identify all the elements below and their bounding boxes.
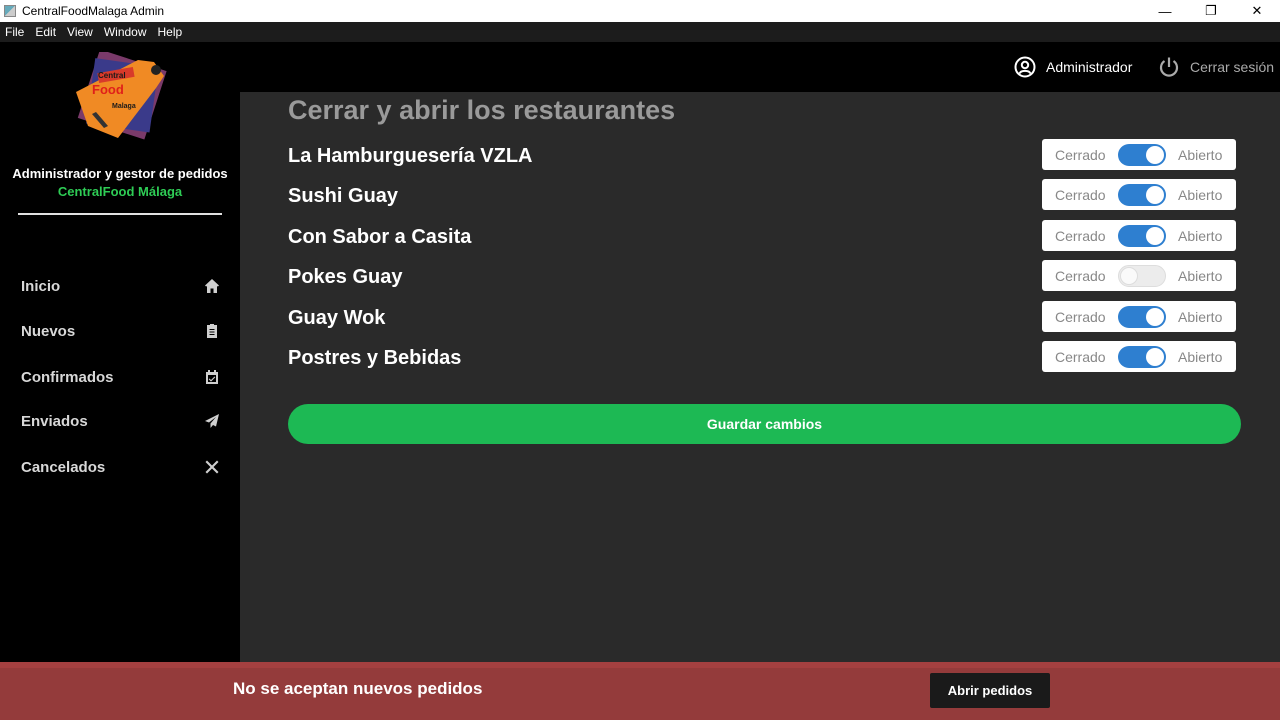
app-icon <box>4 5 16 17</box>
close-button[interactable]: ✕ <box>1234 0 1280 22</box>
restaurant-row: Pokes Guay Cerrado Abierto <box>288 260 1236 298</box>
user-circle-icon <box>1014 56 1036 78</box>
menu-view[interactable]: View <box>62 25 99 39</box>
restaurant-name: Guay Wok <box>288 307 386 329</box>
toggle-knob <box>1120 266 1138 285</box>
open-label: Abierto <box>1178 308 1223 325</box>
restaurant-row: Guay Wok Cerrado Abierto <box>288 301 1236 339</box>
window-title: CentralFoodMalaga Admin <box>22 4 165 18</box>
sidebar-item-nuevos[interactable]: Nuevos <box>0 313 240 349</box>
open-toggle-switch[interactable] <box>1118 224 1166 247</box>
logo-text-2: Food <box>92 82 124 97</box>
sidebar-item-label: Nuevos <box>21 322 76 340</box>
sidebar-item-enviados[interactable]: Enviados <box>0 403 240 439</box>
open-toggle-switch[interactable] <box>1118 183 1166 206</box>
toggle-knob <box>1146 347 1164 366</box>
sidebar-item-label: Cancelados <box>21 458 106 476</box>
open-label: Abierto <box>1178 348 1223 365</box>
sidebar-item-cancelados[interactable]: Cancelados <box>0 449 240 485</box>
open-label: Abierto <box>1178 146 1223 163</box>
sidebar-subtitle: Administrador y gestor de pedidos <box>12 166 228 181</box>
restaurant-row: La Hamburguesería VZLA Cerrado Abierto <box>288 139 1236 177</box>
top-header: Administrador Cerrar sesión <box>240 42 1280 92</box>
open-toggle-switch[interactable] <box>1118 305 1166 328</box>
closed-label: Cerrado <box>1055 227 1106 244</box>
menu-edit[interactable]: Edit <box>30 25 62 39</box>
menu-file[interactable]: File <box>0 25 30 39</box>
menu-bar: File Edit View Window Help <box>0 22 1280 42</box>
open-label: Abierto <box>1178 186 1223 203</box>
sidebar-item-label: Inicio <box>21 277 61 295</box>
logo-text-1: Central <box>98 71 126 80</box>
restaurant-name: Pokes Guay <box>288 266 403 288</box>
open-toggle-group: Cerrado Abierto <box>1042 341 1236 372</box>
restaurant-name: Postres y Bebidas <box>288 347 462 369</box>
sidebar-item-label: Enviados <box>21 412 88 430</box>
x-icon <box>205 460 219 474</box>
home-icon <box>205 279 219 293</box>
open-label: Abierto <box>1178 267 1223 284</box>
user-menu[interactable]: Administrador <box>1014 56 1132 78</box>
restaurant-name: La Hamburguesería VZLA <box>288 145 533 167</box>
restaurant-row: Con Sabor a Casita Cerrado Abierto <box>288 220 1236 258</box>
toggle-knob <box>1146 145 1164 164</box>
closed-label: Cerrado <box>1055 348 1106 365</box>
minimize-button[interactable]: — <box>1142 0 1188 22</box>
sidebar-item-confirmados[interactable]: Confirmados <box>0 359 240 395</box>
open-toggle-group: Cerrado Abierto <box>1042 220 1236 251</box>
restaurant-name: Con Sabor a Casita <box>288 226 472 248</box>
save-button[interactable]: Guardar cambios <box>288 404 1241 444</box>
paper-plane-icon <box>205 414 219 428</box>
restaurant-name: Sushi Guay <box>288 185 399 207</box>
open-toggle-group: Cerrado Abierto <box>1042 260 1236 291</box>
closed-label: Cerrado <box>1055 186 1106 203</box>
user-name: Administrador <box>1046 59 1133 75</box>
logout-label: Cerrar sesión <box>1190 59 1275 75</box>
logo-text-3: Malaga <box>112 103 136 110</box>
status-banner: No se aceptan nuevos pedidos Abrir pedid… <box>0 662 1280 720</box>
restore-button[interactable]: ❐ <box>1188 0 1234 22</box>
sidebar-divider <box>18 213 222 215</box>
calendar-check-icon <box>206 370 218 384</box>
open-orders-button[interactable]: Abrir pedidos <box>930 673 1050 708</box>
open-toggle-switch[interactable] <box>1118 345 1166 368</box>
menu-window[interactable]: Window <box>99 25 153 39</box>
sidebar: Central Food Malaga Administrador y gest… <box>0 42 240 662</box>
sidebar-item-inicio[interactable]: Inicio <box>0 268 240 304</box>
window-titlebar: CentralFoodMalaga Admin — ❐ ✕ <box>0 0 1280 22</box>
open-toggle-group: Cerrado Abierto <box>1042 139 1236 170</box>
open-toggle-group: Cerrado Abierto <box>1042 301 1236 332</box>
closed-label: Cerrado <box>1055 308 1106 325</box>
restaurant-row: Sushi Guay Cerrado Abierto <box>288 179 1236 217</box>
clipboard-icon <box>207 324 217 338</box>
toggle-knob <box>1146 226 1164 245</box>
open-toggle-switch[interactable] <box>1118 264 1166 287</box>
open-toggle-group: Cerrado Abierto <box>1042 179 1236 210</box>
sidebar-item-label: Confirmados <box>21 368 114 386</box>
page-title: Cerrar y abrir los restaurantes <box>288 95 676 125</box>
menu-help[interactable]: Help <box>153 25 189 39</box>
closed-label: Cerrado <box>1055 267 1106 284</box>
open-toggle-switch[interactable] <box>1118 143 1166 166</box>
banner-text: No se aceptan nuevos pedidos <box>233 679 483 698</box>
restaurant-row: Postres y Bebidas Cerrado Abierto <box>288 341 1236 379</box>
toggle-knob <box>1146 307 1164 326</box>
open-label: Abierto <box>1178 227 1223 244</box>
logout-button[interactable]: Cerrar sesión <box>1158 56 1274 78</box>
centralfood-logo: Central Food Malaga <box>76 52 167 140</box>
sidebar-brand: CentralFood Málaga <box>57 184 183 199</box>
power-icon <box>1159 57 1179 77</box>
toggle-knob <box>1146 185 1164 204</box>
closed-label: Cerrado <box>1055 146 1106 163</box>
main-content: Cerrar y abrir los restaurantes La Hambu… <box>240 92 1280 662</box>
